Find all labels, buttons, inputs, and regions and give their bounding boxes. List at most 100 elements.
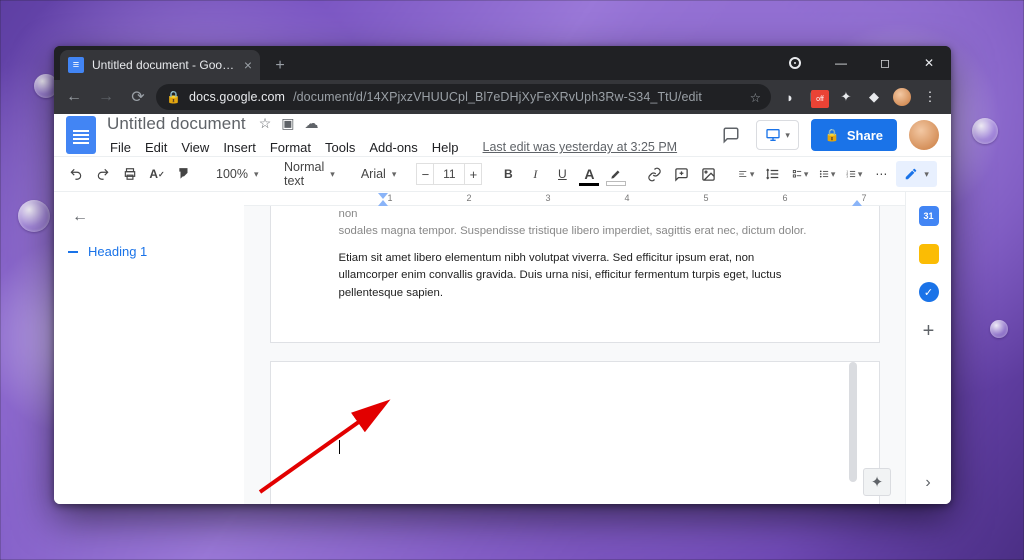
redo-button[interactable] [91,161,115,187]
outline-item-heading1[interactable]: Heading 1 [68,242,234,261]
calendar-sidepanel-icon[interactable] [919,206,939,226]
menu-view[interactable]: View [175,137,215,158]
hide-menus-button[interactable]: ᐱ [943,161,951,187]
document-outline-pane: ← Heading 1 [54,192,244,504]
numbered-list-button[interactable]: 123▾ [842,161,866,187]
text-color-button[interactable]: A [577,161,601,187]
window-minimize-button[interactable]: ― [819,46,863,80]
ruler-number: 3 [545,193,550,203]
keep-sidepanel-icon[interactable] [919,244,939,264]
share-button-label: Share [847,128,883,143]
share-button[interactable]: 🔒 Share [811,119,897,151]
paint-format-button[interactable] [172,161,196,187]
comment-history-icon[interactable] [718,122,744,148]
docs-logo-icon[interactable] [66,116,96,154]
bookmark-star-icon[interactable]: ☆ [750,90,761,105]
tasks-sidepanel-icon[interactable] [919,282,939,302]
present-dropdown-button[interactable]: ▾ [756,120,799,150]
vertical-scrollbar-thumb[interactable] [849,362,857,482]
bulleted-list-button[interactable]: ▾ [815,161,839,187]
last-edit-link[interactable]: Last edit was yesterday at 3:25 PM [477,137,684,157]
chevron-down-icon: ▾ [392,169,397,180]
document-page-1[interactable]: pharetra ac gravida non, luctus lobortis… [270,206,880,343]
font-size-decrease-button[interactable]: − [416,163,434,185]
explore-button[interactable]: ✦ [863,468,891,496]
star-icon[interactable]: ☆ [259,115,272,132]
menu-addons[interactable]: Add-ons [363,137,423,158]
account-avatar[interactable] [909,120,939,150]
tab-title: Untitled document - Google Docs [92,58,236,72]
document-page-2[interactable] [270,361,880,504]
bold-button[interactable]: B [496,161,520,187]
insert-link-button[interactable] [642,161,666,187]
ruler-number: 2 [466,193,471,203]
insert-image-button[interactable] [696,161,720,187]
lock-icon: 🔒 [825,128,840,142]
highlight-color-button[interactable] [604,161,628,187]
nav-reload-button[interactable]: ⟳ [124,83,152,111]
cloud-status-icon[interactable]: ☁ [305,115,319,132]
menu-format[interactable]: Format [264,137,317,158]
url-host: docs.google.com [189,90,285,104]
paragraph-style-dropdown[interactable]: Normal text ▾ [278,162,341,186]
address-bar[interactable]: 🔒 docs.google.com/document/d/14XPjxzVHUU… [156,84,771,110]
underline-button[interactable]: U [550,161,574,187]
font-family-dropdown[interactable]: Arial ▾ [355,162,403,186]
style-value: Normal text [284,160,324,188]
google-side-panel: + [905,192,951,504]
chrome-menu-icon[interactable]: ⋮ [921,88,939,106]
extensions-menu-icon[interactable]: ✦ [837,88,855,106]
font-size-input[interactable]: 11 [434,163,464,185]
menu-tools[interactable]: Tools [319,137,361,158]
menu-insert[interactable]: Insert [217,137,262,158]
outline-marker [68,251,78,253]
chrome-window: Untitled document - Google Docs × + ― ◻ … [54,46,951,504]
pages-container: pharetra ac gravida non, luctus lobortis… [244,206,905,504]
body-paragraph: Etiam sit amet libero elementum nibh vol… [339,250,811,301]
window-close-button[interactable]: ✕ [907,46,951,80]
add-sidepanel-icon[interactable]: + [923,320,935,343]
align-dropdown[interactable]: ▾ [734,161,758,187]
add-comment-button[interactable] [669,161,693,187]
nav-back-button[interactable]: ← [60,83,88,111]
document-scroll-area[interactable]: 1 2 3 4 5 6 7 pharetra ac gravida non, l… [244,192,905,504]
print-button[interactable] [118,161,142,187]
body-paragraph: pharetra ac gravida non, luctus lobortis… [339,206,806,220]
ruler-number: 6 [782,193,787,203]
ruler-number: 1 [387,193,392,203]
window-maximize-button[interactable]: ◻ [863,46,907,80]
tab-search-icon[interactable] [789,57,801,69]
tab-close-icon[interactable]: × [244,57,252,73]
font-value: Arial [361,167,386,181]
chevron-down-icon: ▾ [785,130,790,141]
extension-icon[interactable]: off [809,88,827,106]
extension-icon[interactable]: ◆ [865,88,883,106]
horizontal-ruler[interactable]: 1 2 3 4 5 6 7 [244,192,905,206]
page-body-text[interactable]: pharetra ac gravida non, luctus lobortis… [339,206,811,302]
side-panel-toggle[interactable]: › [915,470,941,496]
checklist-button[interactable]: ▾ [788,161,812,187]
google-docs-app: Untitled document ☆ ▣ ☁ File Edit View I… [54,114,951,504]
more-toolbar-button[interactable]: ⋯ [869,161,893,187]
extension-icon[interactable]: ◗ [781,88,799,106]
nav-forward-button[interactable]: → [92,83,120,111]
undo-button[interactable] [64,161,88,187]
line-spacing-button[interactable] [761,161,785,187]
browser-profile-avatar[interactable] [893,88,911,106]
outline-collapse-button[interactable]: ← [68,206,92,228]
menu-help[interactable]: Help [426,137,465,158]
move-icon[interactable]: ▣ [281,115,294,132]
font-size-increase-button[interactable]: + [464,163,482,185]
spellcheck-button[interactable]: A✓ [145,161,169,187]
editing-mode-dropdown[interactable]: ▾ [896,161,937,187]
document-title-input[interactable]: Untitled document [104,114,249,135]
chevron-down-icon: ▾ [330,169,335,180]
wallpaper-droplet [972,118,998,144]
zoom-dropdown[interactable]: 100%▾ [210,162,264,186]
font-size-group: − 11 + [416,163,482,185]
menu-file[interactable]: File [104,137,137,158]
italic-button[interactable]: I [523,161,547,187]
new-tab-button[interactable]: + [266,52,294,80]
browser-tab-active[interactable]: Untitled document - Google Docs × [60,50,260,80]
menu-edit[interactable]: Edit [139,137,173,158]
